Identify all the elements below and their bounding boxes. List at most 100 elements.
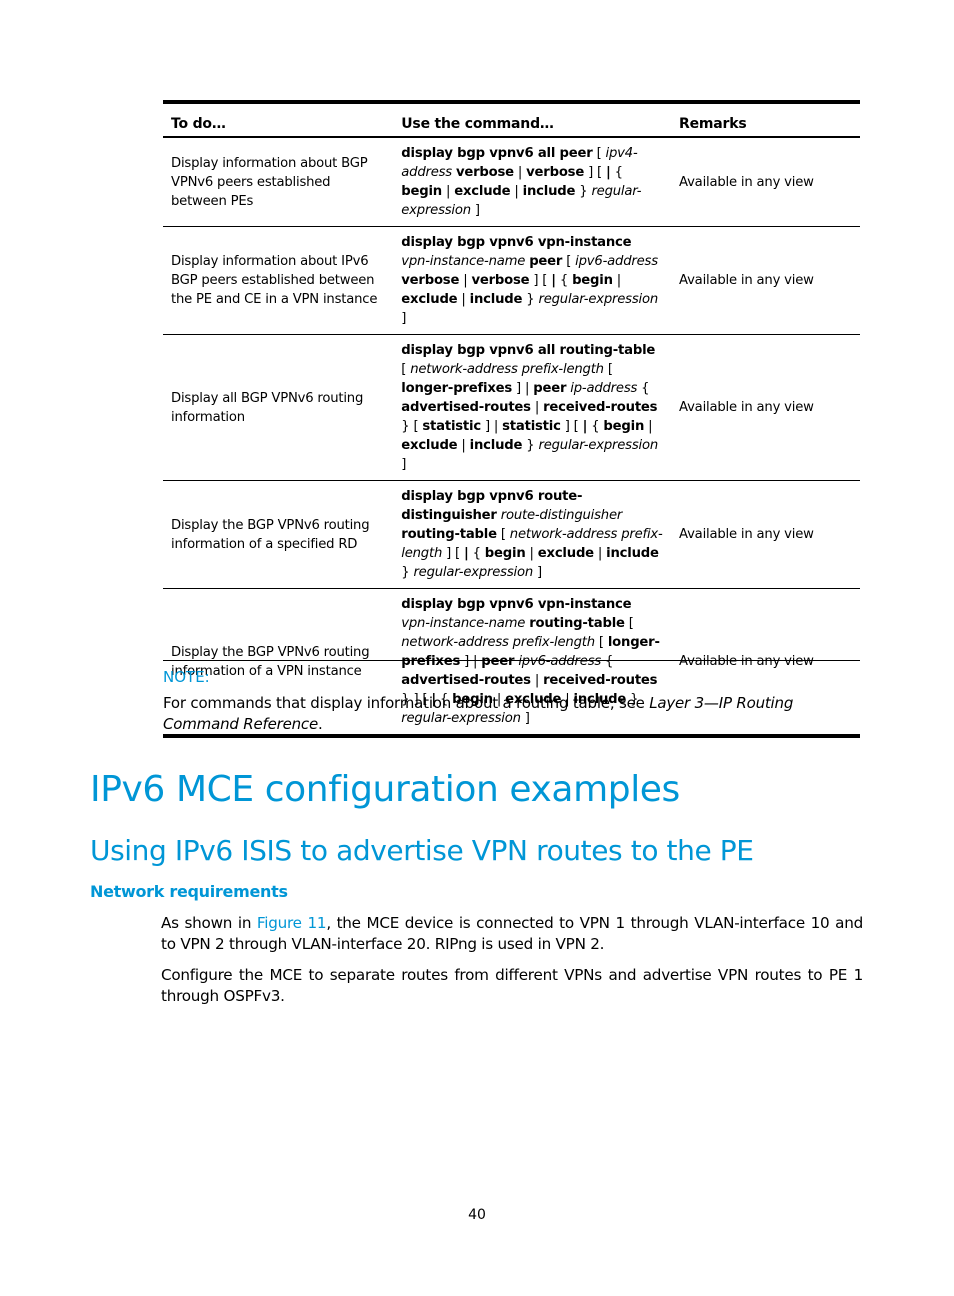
cell-command: display bgp vpnv6 all routing-table [ ne…	[393, 334, 672, 481]
table-row: Display the BGP VPNv6 routing informatio…	[163, 480, 860, 589]
document-page: To do… Use the command… Remarks Display …	[0, 0, 954, 1296]
command-keyword: display bgp vpnv6 all peer	[401, 146, 593, 161]
command-keyword: routing-table	[401, 527, 497, 542]
subsection-heading: Network requirements	[90, 882, 288, 901]
command-syntax: {	[610, 165, 623, 180]
command-syntax: {	[587, 419, 604, 434]
header-remarks: Remarks	[671, 102, 860, 138]
command-argument: network-address prefix-length	[401, 635, 595, 650]
p1-text-before: As shown in	[161, 914, 257, 932]
paragraph-configuration-goal: Configure the MCE to separate routes fro…	[161, 966, 863, 1005]
command-syntax: |	[457, 438, 470, 453]
command-syntax: }	[575, 184, 592, 199]
command-syntax: |	[510, 184, 523, 199]
paragraph-network-description: As shown in Figure 11, the MCE device is…	[161, 913, 863, 955]
command-keyword: exclude	[537, 546, 594, 561]
cell-todo: Display information about IPv6 BGP peers…	[163, 226, 394, 335]
cell-todo: Display the BGP VPNv6 routing informatio…	[163, 480, 394, 589]
note-box: NOTE: For commands that display informat…	[163, 660, 860, 738]
command-keyword: include	[469, 292, 523, 307]
cell-todo: Display all BGP VPNv6 routing informatio…	[163, 334, 394, 481]
command-keyword: received-routes	[543, 400, 658, 415]
command-syntax: {	[555, 273, 573, 288]
command-keyword: exclude	[454, 184, 511, 199]
command-syntax: }	[401, 565, 414, 580]
command-keyword: begin	[572, 273, 613, 288]
command-syntax: ] |	[480, 419, 503, 434]
command-syntax: [	[624, 616, 634, 631]
command-keyword: verbose	[401, 273, 460, 288]
command-argument: regular-expression	[413, 565, 533, 580]
command-keyword: display bgp vpnv6 all routing-table	[401, 343, 656, 358]
table-header-row: To do… Use the command… Remarks	[163, 102, 860, 138]
command-table: To do… Use the command… Remarks Display …	[163, 100, 860, 738]
command-keyword: routing-table	[529, 616, 625, 631]
command-syntax: [	[562, 254, 576, 269]
command-argument: ipv6-address	[575, 254, 658, 269]
command-keyword: begin	[484, 546, 526, 561]
section-heading: Using IPv6 ISIS to advertise VPN routes …	[90, 834, 754, 867]
command-argument: regular-expression	[538, 438, 659, 453]
command-keyword: statistic	[422, 419, 481, 434]
command-keyword: statistic	[502, 419, 561, 434]
command-syntax: |	[525, 546, 538, 561]
command-syntax: ] [	[442, 546, 464, 561]
cell-command: display bgp vpnv6 vpn-instance vpn-insta…	[393, 226, 672, 335]
command-syntax: ] |	[512, 381, 534, 396]
note-text: For commands that display information ab…	[163, 693, 860, 735]
command-argument: regular-expression	[538, 292, 659, 307]
cell-remarks: Available in any view	[671, 226, 860, 335]
command-syntax: {	[637, 381, 650, 396]
command-syntax: ]	[401, 457, 407, 472]
command-syntax: ]	[401, 311, 407, 326]
command-syntax: |	[644, 419, 653, 434]
command-syntax: ] [	[560, 419, 583, 434]
note-text-after: .	[318, 715, 323, 733]
command-argument: vpn-instance-name	[401, 616, 526, 631]
command-syntax: [	[592, 146, 606, 161]
command-syntax: |	[612, 273, 622, 288]
command-keyword: verbose	[526, 165, 585, 180]
command-syntax: }	[522, 438, 539, 453]
command-keyword: begin	[603, 419, 645, 434]
command-syntax: |	[457, 292, 470, 307]
command-argument: vpn-instance-name	[401, 254, 526, 269]
command-keyword: advertised-routes	[401, 400, 531, 415]
command-keyword: verbose	[455, 165, 514, 180]
header-command: Use the command…	[393, 102, 672, 138]
command-syntax: [	[496, 527, 510, 542]
command-syntax: |	[530, 400, 544, 415]
table-body: Display information about BGP VPNv6 peer…	[163, 137, 860, 736]
figure-link[interactable]: Figure 11	[257, 914, 327, 932]
cell-remarks: Available in any view	[671, 137, 860, 227]
command-argument: ip-address	[570, 381, 638, 396]
command-syntax: ] [	[529, 273, 552, 288]
command-syntax: [	[401, 362, 411, 377]
command-syntax: |	[513, 165, 527, 180]
cell-command: display bgp vpnv6 route-distinguisher ro…	[393, 480, 672, 589]
note-label: NOTE:	[163, 668, 210, 686]
command-keyword: exclude	[401, 292, 458, 307]
command-syntax: |	[442, 184, 455, 199]
cell-todo: Display information about BGP VPNv6 peer…	[163, 137, 394, 227]
note-text-before: For commands that display information ab…	[163, 694, 650, 712]
command-argument: route-distinguisher	[500, 508, 623, 523]
command-argument: network-address prefix-length	[410, 362, 604, 377]
command-keyword: include	[606, 546, 659, 561]
table-row: Display all BGP VPNv6 routing informatio…	[163, 334, 860, 481]
header-todo: To do…	[163, 102, 394, 138]
command-syntax: |	[593, 546, 607, 561]
command-keyword: include	[522, 184, 576, 199]
command-syntax: }	[522, 292, 539, 307]
command-syntax: [	[594, 635, 608, 650]
command-keyword: include	[469, 438, 523, 453]
command-syntax: {	[468, 546, 485, 561]
table-row: Display information about IPv6 BGP peers…	[163, 226, 860, 335]
command-syntax: ]	[470, 203, 480, 218]
table-row: Display information about BGP VPNv6 peer…	[163, 137, 860, 227]
command-syntax: ]	[532, 565, 542, 580]
command-keyword: exclude	[401, 438, 458, 453]
command-keyword: display bgp vpnv6 vpn-instance	[401, 597, 632, 612]
command-keyword: peer	[529, 254, 563, 269]
command-keyword: display bgp vpnv6 vpn-instance	[401, 235, 632, 250]
